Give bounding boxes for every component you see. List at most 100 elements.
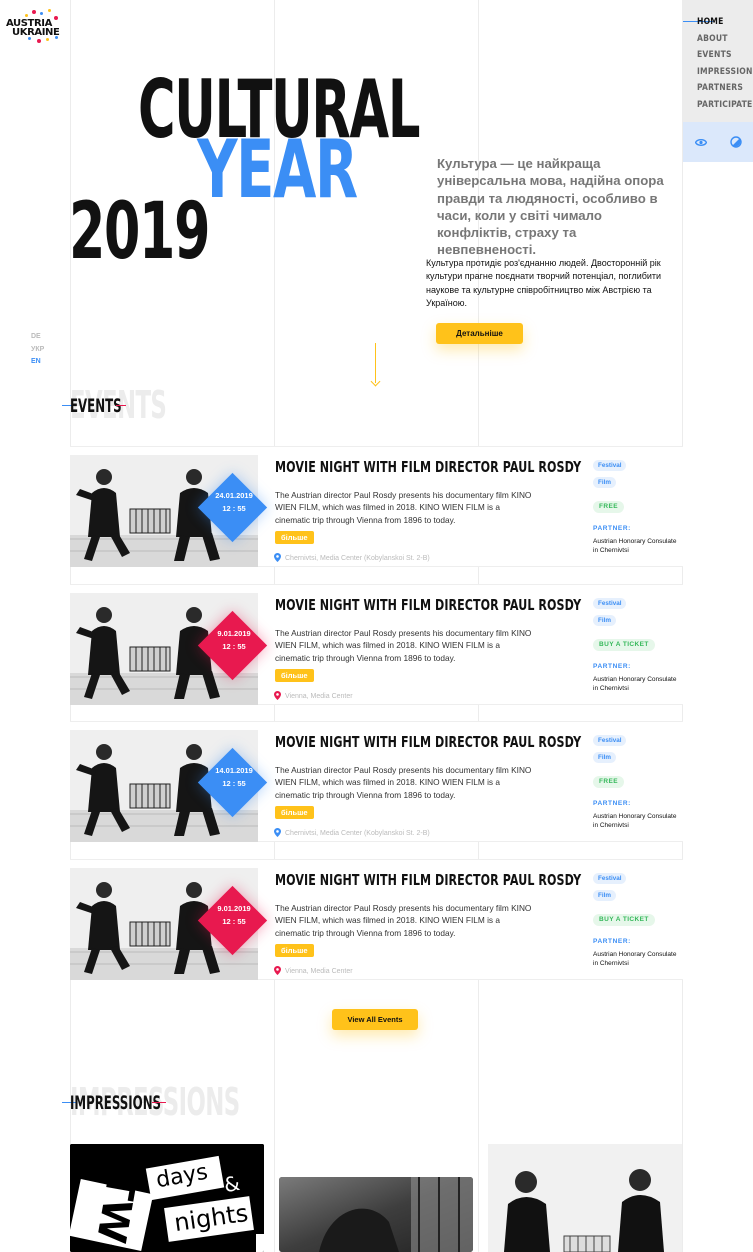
- event-date-day: 9.01.2019: [217, 629, 251, 638]
- event-location-text: Chernivtsi, Media Center (Kobylanskoi St…: [285, 830, 430, 837]
- event-date: 9.01.2019 12 : 55: [202, 627, 266, 653]
- logo-dot: [40, 12, 43, 15]
- event-card[interactable]: 24.01.2019 12 : 55 MOVIE NIGHT WITH FILM D…: [70, 446, 683, 567]
- tag-festival[interactable]: Festival: [593, 735, 627, 746]
- partner-name: Austrian Honorary Consulate in Chernivts…: [593, 951, 677, 967]
- location-pin-icon: [274, 828, 281, 837]
- partner-label: PARTNER:: [593, 663, 631, 670]
- ticket-badge[interactable]: BUY A TICKET: [593, 639, 655, 651]
- logo-text: UKRAINE: [12, 27, 60, 38]
- tag-festival[interactable]: Festival: [593, 873, 627, 884]
- event-tags: Festival Film: [593, 598, 627, 632]
- partner-name: Austrian Honorary Consulate in Chernivts…: [593, 538, 677, 554]
- partner-name: Austrian Honorary Consulate in Chernivts…: [593, 676, 677, 692]
- event-location: Vienna, Media Center: [274, 691, 353, 700]
- event-date: 9.01.2019 12 : 55: [202, 902, 266, 928]
- accessibility-button[interactable]: [683, 122, 718, 162]
- contrast-icon: [729, 136, 742, 148]
- partner-label: PARTNER:: [593, 525, 631, 532]
- sidebar: HOME ABOUT EVENTS IMPRESSIONS PARTNERS P…: [683, 0, 753, 162]
- event-time: 12 : 55: [222, 504, 246, 513]
- impression-image-two-days-nights[interactable]: days & nights TWO: [70, 1144, 264, 1252]
- partner-name: Austrian Honorary Consulate in Chernivts…: [593, 813, 677, 829]
- nav-item-home[interactable]: HOME: [697, 16, 753, 33]
- event-location-text: Vienna, Media Center: [285, 968, 353, 975]
- tag-festival[interactable]: Festival: [593, 460, 627, 471]
- title-line-red: [116, 405, 126, 406]
- lang-en[interactable]: EN: [31, 356, 44, 369]
- nav-item-partners[interactable]: PARTNERS: [697, 82, 753, 99]
- event-description: The Austrian director Paul Rosdy present…: [275, 765, 532, 800]
- ticket-badge[interactable]: BUY A TICKET: [593, 914, 655, 926]
- event-tags: Festival Film: [593, 873, 627, 907]
- event-location: Chernivtsi, Media Center (Kobylanskoi St…: [274, 828, 430, 837]
- hero-title-year-number: 2019: [69, 187, 210, 277]
- event-location-text: Chernivtsi, Media Center (Kobylanskoi St…: [285, 555, 430, 562]
- event-tags: Festival Film: [593, 735, 627, 769]
- event-title[interactable]: MOVIE NIGHT WITH FILM DIRECTOR PAUL ROSD…: [275, 458, 581, 476]
- event-time: 12 : 55: [222, 779, 246, 788]
- lang-ukr[interactable]: УКР: [31, 344, 44, 357]
- hero-text: Культура протидіє роз'єднанню людей. Дво…: [426, 258, 662, 308]
- tag-film[interactable]: Film: [593, 615, 616, 626]
- details-button[interactable]: Детальніше: [436, 323, 523, 344]
- main-nav: HOME ABOUT EVENTS IMPRESSIONS PARTNERS P…: [697, 16, 753, 116]
- event-time: 12 : 55: [222, 917, 246, 926]
- event-location-text: Vienna, Media Center: [285, 693, 353, 700]
- more-button[interactable]: більше: [275, 944, 314, 957]
- nav-item-about[interactable]: ABOUT: [697, 33, 753, 50]
- event-card[interactable]: 9.01.2019 12 : 55 MOVIE NIGHT WITH FILM DI…: [70, 859, 683, 980]
- event-date-day: 9.01.2019: [217, 904, 251, 913]
- language-switcher: DE УКР EN: [31, 331, 44, 369]
- hero-title-year: YEAR: [197, 123, 358, 216]
- event-card[interactable]: 14.01.2019 12 : 55 MOVIE NIGHT WITH FILM D…: [70, 721, 683, 842]
- impression-image-duo[interactable]: [488, 1144, 682, 1252]
- ticket-badge[interactable]: FREE: [593, 776, 624, 788]
- logo-dot: [54, 16, 58, 20]
- location-pin-icon: [274, 691, 281, 700]
- event-time: 12 : 55: [222, 642, 246, 651]
- lang-de[interactable]: DE: [31, 331, 44, 344]
- tag-festival[interactable]: Festival: [593, 598, 627, 609]
- ticket-badge[interactable]: FREE: [593, 501, 624, 513]
- photo-graphic: [488, 1144, 682, 1252]
- more-button[interactable]: більше: [275, 531, 314, 544]
- impression-image-room[interactable]: [279, 1177, 473, 1252]
- event-title[interactable]: MOVIE NIGHT WITH FILM DIRECTOR PAUL ROSD…: [275, 871, 581, 889]
- tag-film[interactable]: Film: [593, 890, 616, 901]
- contrast-button[interactable]: [718, 122, 753, 162]
- site-logo[interactable]: AUSTRIA UKRAINE: [4, 8, 72, 44]
- partner-label: PARTNER:: [593, 938, 631, 945]
- arrow-down-icon: [370, 376, 381, 387]
- logo-dot: [37, 39, 41, 43]
- event-date-day: 24.01.2019: [215, 491, 253, 500]
- more-button[interactable]: більше: [275, 806, 314, 819]
- event-date-day: 14.01.2019: [215, 766, 253, 775]
- location-pin-icon: [274, 966, 281, 975]
- event-description: The Austrian director Paul Rosdy present…: [275, 490, 532, 525]
- event-title[interactable]: MOVIE NIGHT WITH FILM DIRECTOR PAUL ROSD…: [275, 733, 581, 751]
- nav-item-events[interactable]: EVENTS: [697, 49, 753, 66]
- title-line-red: [152, 1102, 166, 1103]
- event-date: 14.01.2019 12 : 55: [202, 764, 266, 790]
- logo-dot: [25, 14, 28, 17]
- event-tags: Festival Film: [593, 460, 627, 494]
- event-date: 24.01.2019 12 : 55: [202, 489, 266, 515]
- event-description: The Austrian director Paul Rosdy present…: [275, 903, 532, 938]
- nav-item-impressions[interactable]: IMPRESSIONS: [697, 66, 753, 83]
- nav-item-participate[interactable]: PARTICIPATE: [697, 99, 753, 116]
- logo-dot: [48, 9, 51, 12]
- view-all-events-button[interactable]: View All Events: [332, 1009, 418, 1030]
- partner-label: PARTNER:: [593, 800, 631, 807]
- hero-lead: Культура — це найкраща універсальна мова…: [437, 156, 664, 258]
- logo-dot: [46, 38, 49, 41]
- logo-dot: [32, 10, 36, 14]
- tag-film[interactable]: Film: [593, 477, 616, 488]
- more-button[interactable]: більше: [275, 669, 314, 682]
- tag-film[interactable]: Film: [593, 752, 616, 763]
- event-card[interactable]: 9.01.2019 12 : 55 MOVIE NIGHT WITH FILM DI…: [70, 584, 683, 705]
- location-pin-icon: [274, 553, 281, 562]
- impressions-title: IMPRESSIONS: [70, 1092, 162, 1114]
- event-location: Chernivtsi, Media Center (Kobylanskoi St…: [274, 553, 430, 562]
- event-title[interactable]: MOVIE NIGHT WITH FILM DIRECTOR PAUL ROSD…: [275, 596, 581, 614]
